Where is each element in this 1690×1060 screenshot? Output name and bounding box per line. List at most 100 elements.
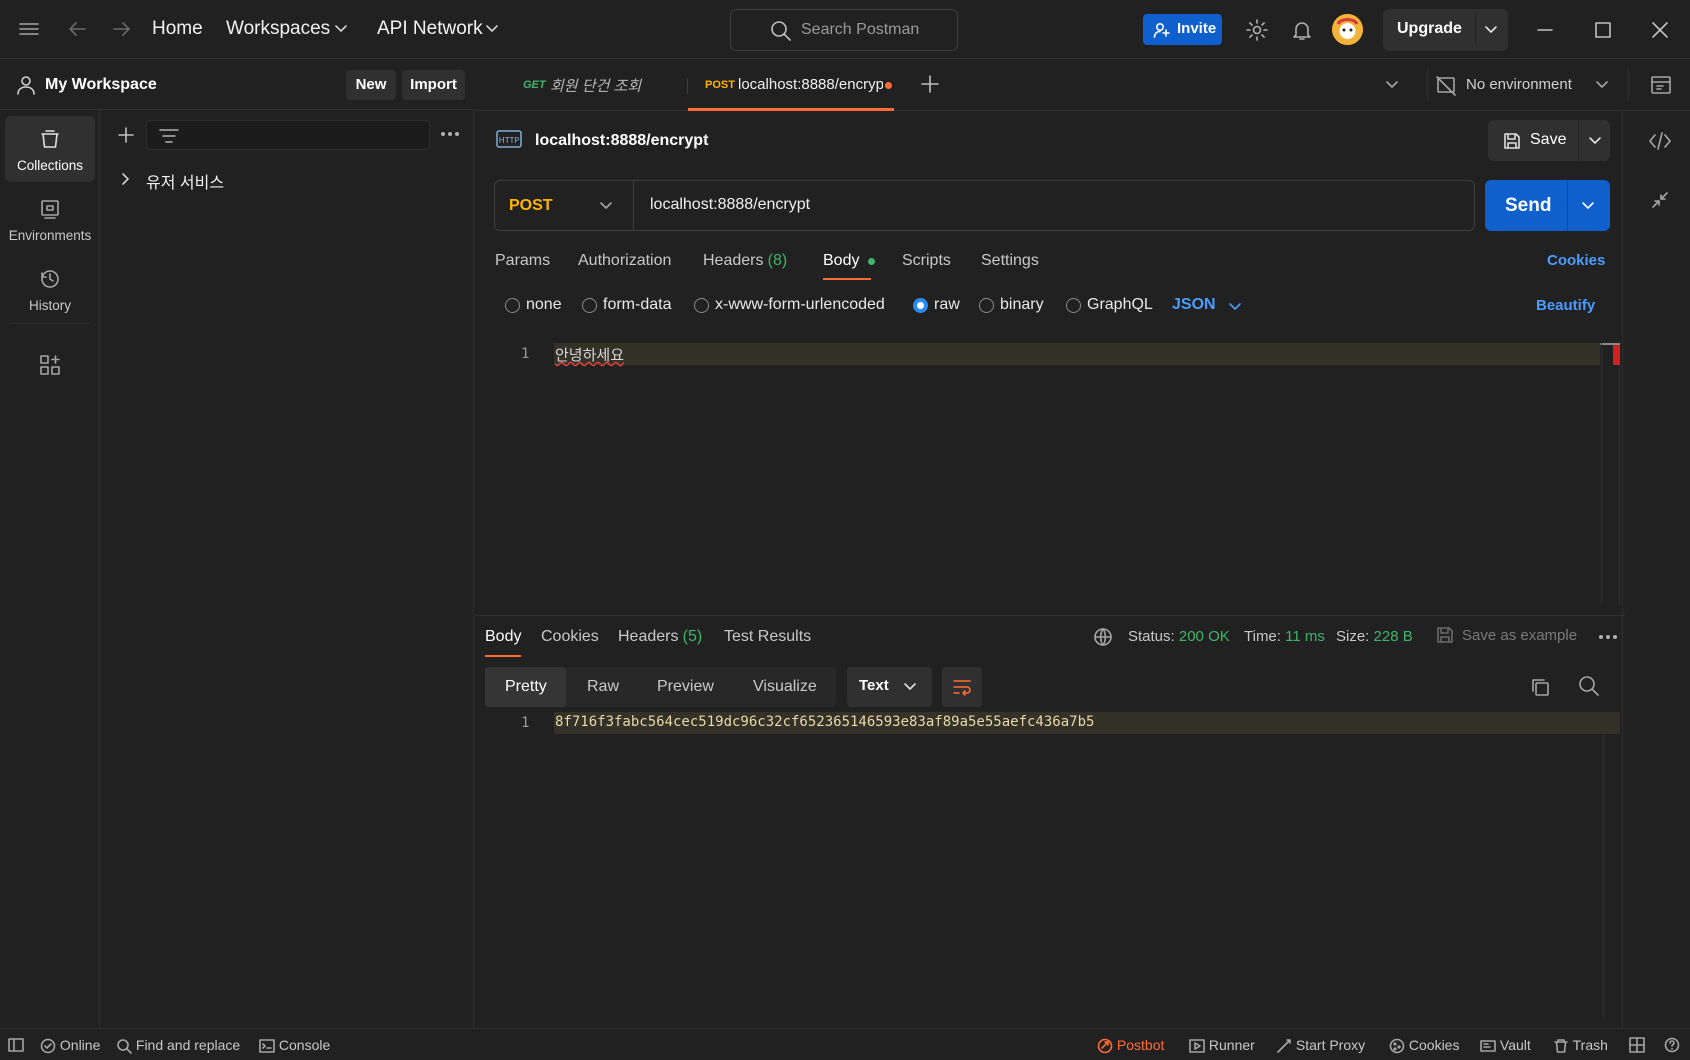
radio-label: raw: [934, 296, 960, 313]
chevron-down-icon[interactable]: [1588, 136, 1602, 146]
more-options-icon[interactable]: [440, 130, 460, 138]
settings-gear-icon[interactable]: [1245, 18, 1269, 42]
new-button[interactable]: New: [346, 70, 396, 100]
online-status[interactable]: Online: [40, 1037, 100, 1054]
new-tab-plus-icon[interactable]: [920, 74, 940, 94]
radio-label: none: [526, 296, 562, 313]
wrap-lines-button[interactable]: [942, 667, 982, 707]
tab-get-member[interactable]: GET 회원 단건 조회: [523, 60, 683, 110]
divider: [633, 181, 634, 230]
status-bar: Online Find and replace Console Postbot …: [0, 1028, 1690, 1060]
console-label: Console: [278, 1037, 331, 1053]
radio-label: form-data: [603, 296, 672, 313]
home-link[interactable]: Home: [152, 18, 203, 40]
find-replace-button[interactable]: Find and replace: [116, 1037, 240, 1055]
url-bar: POST localhost:8888/encrypt: [494, 180, 1475, 231]
tab-authorization[interactable]: Authorization: [578, 252, 671, 270]
search-icon[interactable]: [1578, 675, 1600, 697]
workspace-header: My Workspace New Import: [0, 60, 474, 110]
response-tab-cookies[interactable]: Cookies: [541, 628, 599, 646]
chevron-down-icon[interactable]: [1581, 201, 1595, 211]
collection-item[interactable]: 유저 서비스: [112, 166, 452, 192]
radio-circle: [694, 298, 709, 313]
response-body-line[interactable]: 8f716f3fabc564cec519dc96c32cf65236514659…: [555, 714, 1094, 730]
environment-selector[interactable]: No environment: [1435, 60, 1615, 110]
history-icon: [41, 270, 59, 288]
cookies-link[interactable]: Cookies: [1547, 252, 1605, 269]
url-input[interactable]: localhost:8888/encrypt: [650, 196, 810, 214]
tab-headers[interactable]: Headers (8): [703, 252, 787, 270]
search-input[interactable]: Search Postman: [730, 9, 958, 51]
apps-grid-icon[interactable]: [39, 354, 61, 376]
toggle-sidebar-icon[interactable]: [8, 1037, 24, 1053]
view-visualize[interactable]: Visualize: [753, 678, 817, 696]
save-button[interactable]: Save: [1488, 120, 1610, 161]
format-select[interactable]: JSON: [1172, 296, 1247, 318]
workspaces-menu[interactable]: Workspaces: [226, 18, 330, 40]
tab-body[interactable]: Body: [823, 252, 875, 270]
search-placeholder: Search Postman: [801, 21, 920, 38]
import-button[interactable]: Import: [402, 70, 465, 100]
response-tab-headers[interactable]: Headers (5): [618, 628, 702, 646]
minimize-icon[interactable]: [1535, 20, 1555, 40]
workspace-name[interactable]: My Workspace: [45, 76, 157, 94]
help-icon[interactable]: [1664, 1037, 1680, 1053]
copy-icon[interactable]: [1529, 676, 1551, 698]
check-circle-icon: [40, 1038, 56, 1054]
request-response-divider[interactable]: [475, 615, 1625, 616]
close-icon[interactable]: [1650, 20, 1670, 40]
response-tab-body[interactable]: Body: [485, 628, 521, 646]
menu-icon[interactable]: [18, 19, 40, 39]
trash-button[interactable]: Trash: [1553, 1037, 1608, 1054]
back-arrow-icon[interactable]: [66, 18, 88, 40]
tab-post-encrypt[interactable]: POST localhost:8888/encryp: [688, 60, 894, 110]
sidebar-item-history[interactable]: History: [5, 256, 95, 322]
view-preview[interactable]: Preview: [657, 678, 714, 696]
start-proxy-button[interactable]: Start Proxy: [1276, 1037, 1365, 1054]
method-select[interactable]: POST: [495, 181, 633, 230]
chevron-down-icon: [903, 682, 917, 692]
tab-scripts[interactable]: Scripts: [902, 252, 951, 270]
runner-button[interactable]: Runner: [1189, 1037, 1255, 1054]
response-tab-test-results[interactable]: Test Results: [724, 628, 811, 646]
cookies-button[interactable]: Cookies: [1389, 1037, 1459, 1054]
view-raw[interactable]: Raw: [587, 678, 619, 696]
tab-headers-label: Headers: [703, 252, 764, 269]
postbot-button[interactable]: Postbot: [1097, 1037, 1164, 1054]
tab-params[interactable]: Params: [495, 252, 550, 270]
radio-circle: [979, 298, 994, 313]
avatar[interactable]: [1332, 14, 1363, 45]
response-format-select[interactable]: Text: [847, 667, 932, 707]
code-snippet-icon[interactable]: [1648, 131, 1672, 151]
vault-button[interactable]: Vault: [1480, 1037, 1531, 1054]
save-disk-icon: [1435, 625, 1455, 645]
globe-icon[interactable]: [1093, 627, 1113, 647]
send-button[interactable]: Send: [1485, 180, 1610, 231]
minimap-scrollbar[interactable]: [1600, 343, 1620, 365]
invite-button[interactable]: Invite: [1143, 14, 1222, 45]
tab-settings[interactable]: Settings: [981, 252, 1039, 270]
time-value: 11 ms: [1285, 628, 1325, 645]
more-options-icon[interactable]: [1598, 633, 1618, 641]
tabs-dropdown-chevron-icon[interactable]: [1385, 80, 1399, 90]
collapse-arrows-icon[interactable]: [1650, 190, 1670, 210]
add-collection-icon[interactable]: [116, 125, 136, 145]
chevron-down-icon[interactable]: [1484, 25, 1498, 35]
upgrade-button[interactable]: Upgrade: [1383, 9, 1508, 51]
environment-quick-look-icon[interactable]: [1650, 74, 1672, 96]
notifications-bell-icon[interactable]: [1290, 18, 1314, 42]
code-line[interactable]: 안녕하세요: [555, 344, 624, 365]
console-button[interactable]: Console: [259, 1037, 330, 1054]
request-name[interactable]: localhost:8888/encrypt: [535, 132, 708, 150]
sidebar-item-label: Environments: [8, 228, 92, 243]
layout-grid-icon[interactable]: [1629, 1037, 1645, 1053]
api-network-menu[interactable]: API Network: [377, 18, 483, 40]
maximize-icon[interactable]: [1593, 20, 1613, 40]
filter-input[interactable]: [146, 120, 430, 150]
response-time: Time: 11 ms: [1244, 628, 1325, 645]
beautify-button[interactable]: Beautify: [1536, 297, 1595, 314]
request-body-editor[interactable]: [485, 341, 1620, 606]
sidebar-item-environments[interactable]: Environments: [5, 186, 95, 252]
forward-arrow-icon[interactable]: [111, 18, 133, 40]
sidebar-item-collections[interactable]: Collections: [5, 116, 95, 182]
